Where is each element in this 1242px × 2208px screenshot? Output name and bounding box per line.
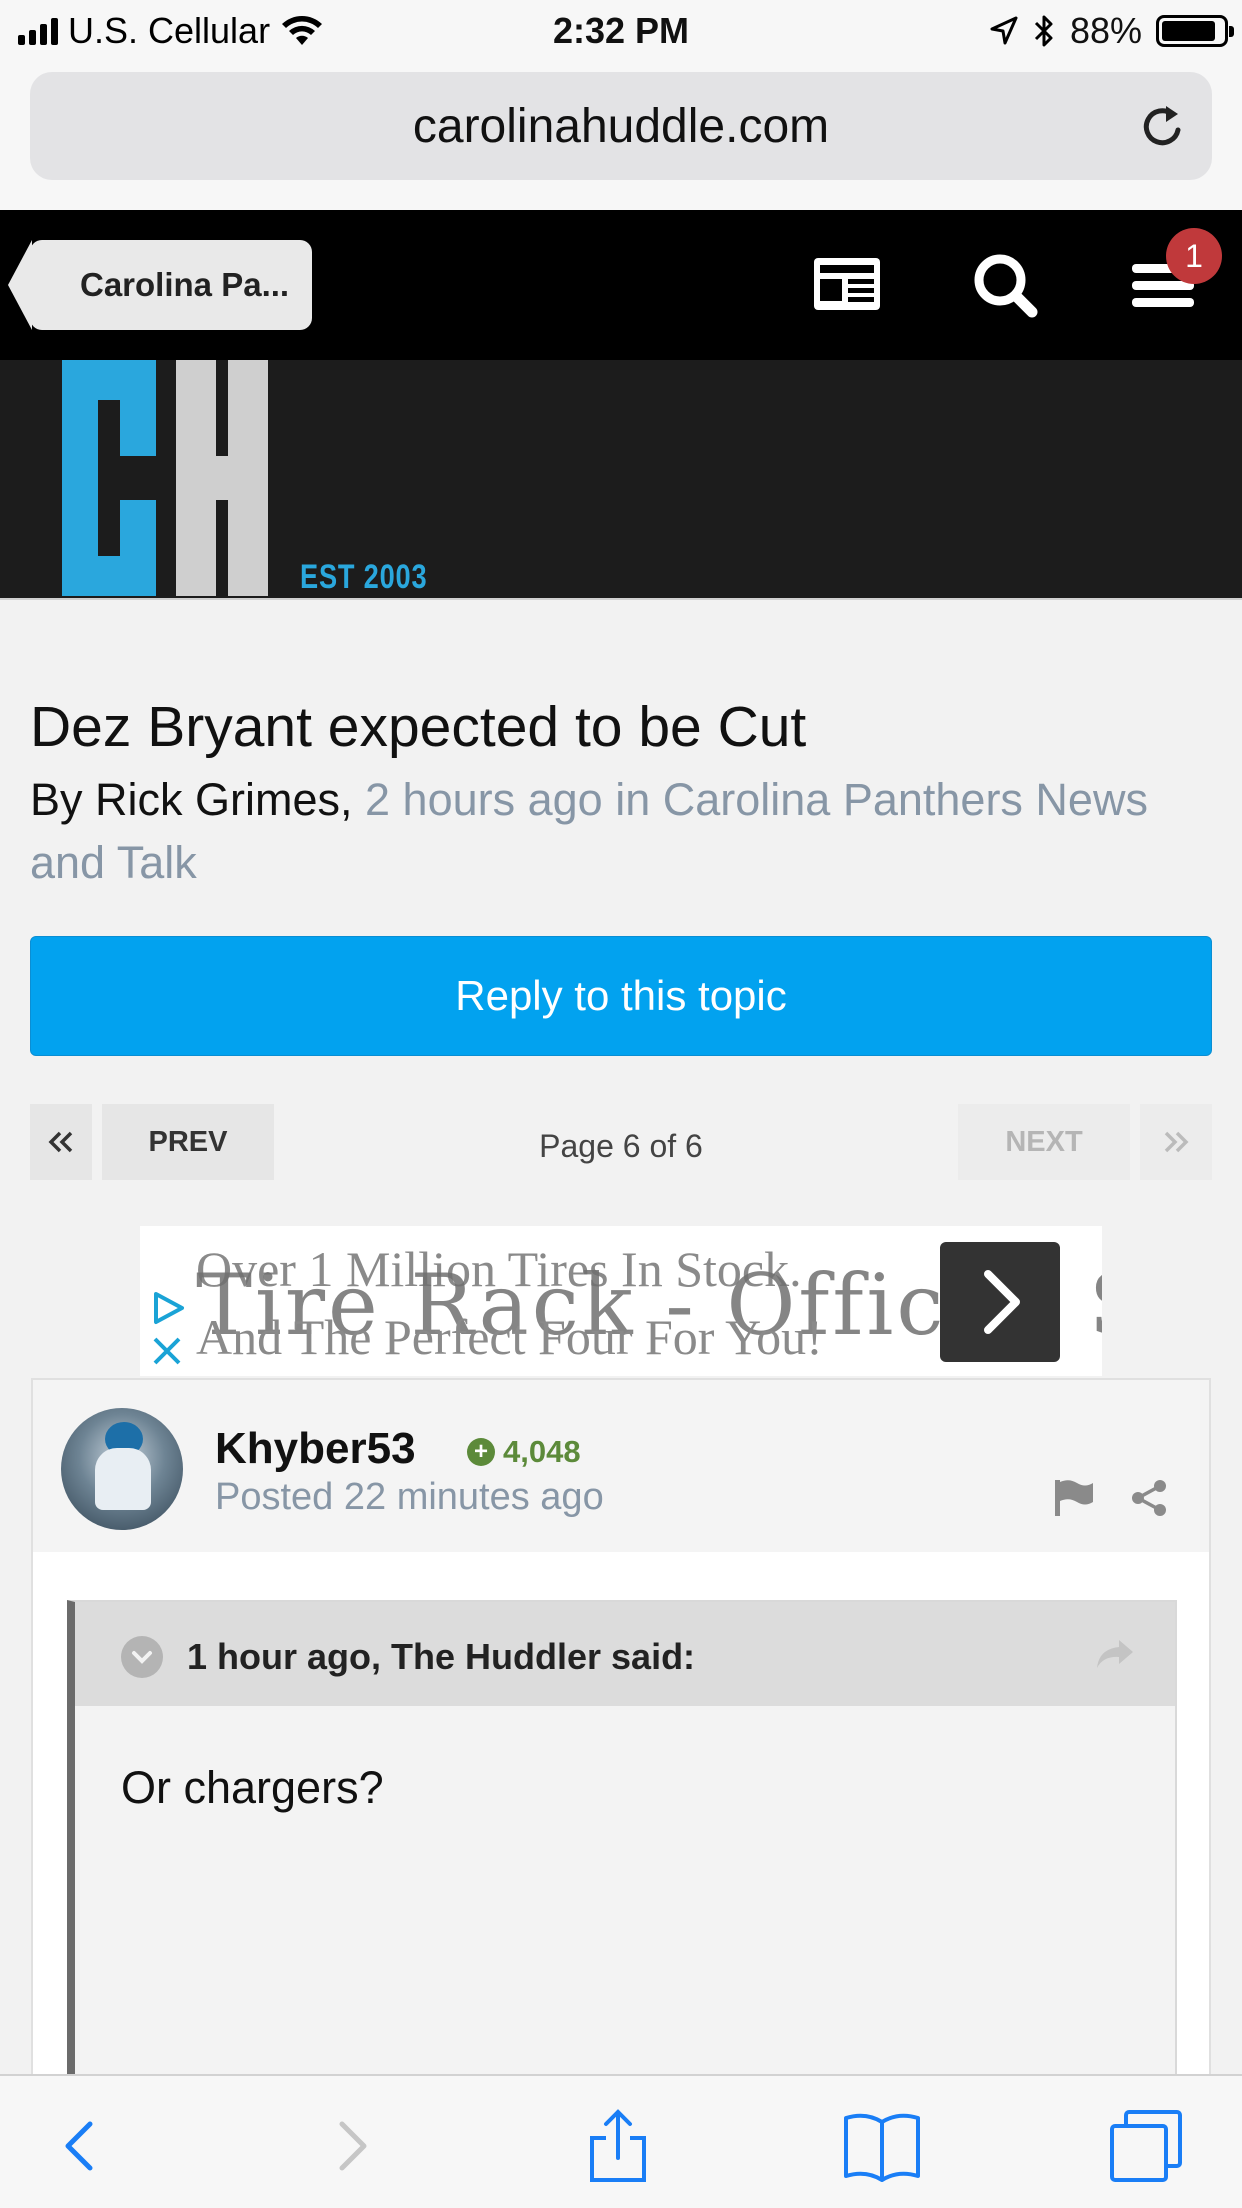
reputation-badge: + 4,048 xyxy=(467,1434,581,1470)
bookmarks-icon[interactable] xyxy=(842,2106,922,2186)
status-right: 88% xyxy=(990,10,1234,52)
next-page-button[interactable]: NEXT xyxy=(958,1104,1130,1180)
topic-title: Dez Bryant expected to be Cut xyxy=(30,695,807,759)
site-banner: EST 2003 xyxy=(0,360,1242,600)
news-icon[interactable] xyxy=(810,250,886,320)
quote-text: Or chargers? xyxy=(121,1762,384,1813)
status-bar: U.S. Cellular 2:32 PM 88% xyxy=(0,0,1242,60)
url-text: carolinahuddle.com xyxy=(412,99,830,153)
post-author[interactable]: Khyber53 xyxy=(215,1424,416,1474)
logo-tagline: EST 2003 xyxy=(300,558,428,596)
topic-meta: By Rick Grimes, 2 hours ago in Carolina … xyxy=(30,768,1220,894)
tabs-icon[interactable] xyxy=(1106,2106,1186,2186)
collapse-quote-button[interactable] xyxy=(121,1636,163,1678)
reload-icon[interactable] xyxy=(1138,102,1188,152)
double-chevron-right-icon xyxy=(1164,1131,1189,1153)
battery-icon xyxy=(1156,15,1234,47)
battery-percent: 88% xyxy=(1069,10,1142,51)
browser-chrome: carolinahuddle.com xyxy=(0,60,1242,210)
forward-icon[interactable] xyxy=(314,2106,394,2186)
share-icon[interactable] xyxy=(1129,1478,1169,1518)
chevron-right-icon xyxy=(984,1270,1020,1334)
notification-badge[interactable]: 1 xyxy=(1166,228,1222,284)
browser-toolbar xyxy=(0,2074,1242,2208)
plus-circle-icon: + xyxy=(467,1438,495,1466)
ad-close-icon[interactable] xyxy=(150,1334,184,1368)
flag-icon[interactable] xyxy=(1053,1478,1095,1518)
back-breadcrumb-button[interactable]: Carolina Pa... xyxy=(8,240,312,330)
last-page-button[interactable] xyxy=(1140,1104,1212,1180)
advertisement[interactable]: Over 1 Million Tires In Stock. Tire Rack… xyxy=(140,1226,1102,1376)
reputation-value: 4,048 xyxy=(503,1434,581,1469)
ad-choices-icon[interactable] xyxy=(150,1290,186,1326)
post-card: Khyber53 + 4,048 Posted 22 minutes ago 1… xyxy=(31,1378,1211,2152)
ad-go-button[interactable] xyxy=(940,1242,1060,1362)
post-header: Khyber53 + 4,048 Posted 22 minutes ago xyxy=(33,1380,1209,1552)
post-timestamp[interactable]: Posted 22 minutes ago xyxy=(215,1476,604,1519)
ad-line-2: And The Perfect Four For You! xyxy=(196,1309,823,1365)
site-nav: Carolina Pa... 1 xyxy=(0,210,1242,360)
chevron-down-icon xyxy=(132,1651,152,1664)
reply-arrow-icon[interactable] xyxy=(1093,1636,1135,1672)
location-icon xyxy=(990,16,1018,45)
share-sheet-icon[interactable] xyxy=(578,2106,658,2186)
quote-citation[interactable]: 1 hour ago, The Huddler said: xyxy=(187,1636,695,1678)
quote-block: 1 hour ago, The Huddler said: Or charger… xyxy=(67,1600,1177,2140)
search-icon[interactable] xyxy=(968,250,1044,320)
topic-author[interactable]: By Rick Grimes, xyxy=(30,774,353,825)
reply-to-topic-button[interactable]: Reply to this topic xyxy=(30,936,1212,1056)
quote-header: 1 hour ago, The Huddler said: xyxy=(75,1602,1175,1706)
bluetooth-icon xyxy=(1034,15,1053,47)
address-bar[interactable]: carolinahuddle.com xyxy=(30,72,1212,180)
back-icon[interactable] xyxy=(38,2106,118,2186)
avatar[interactable] xyxy=(61,1408,183,1530)
site-logo[interactable] xyxy=(44,360,324,600)
pagination: PREV Page 6 of 6 NEXT xyxy=(30,1104,1212,1180)
